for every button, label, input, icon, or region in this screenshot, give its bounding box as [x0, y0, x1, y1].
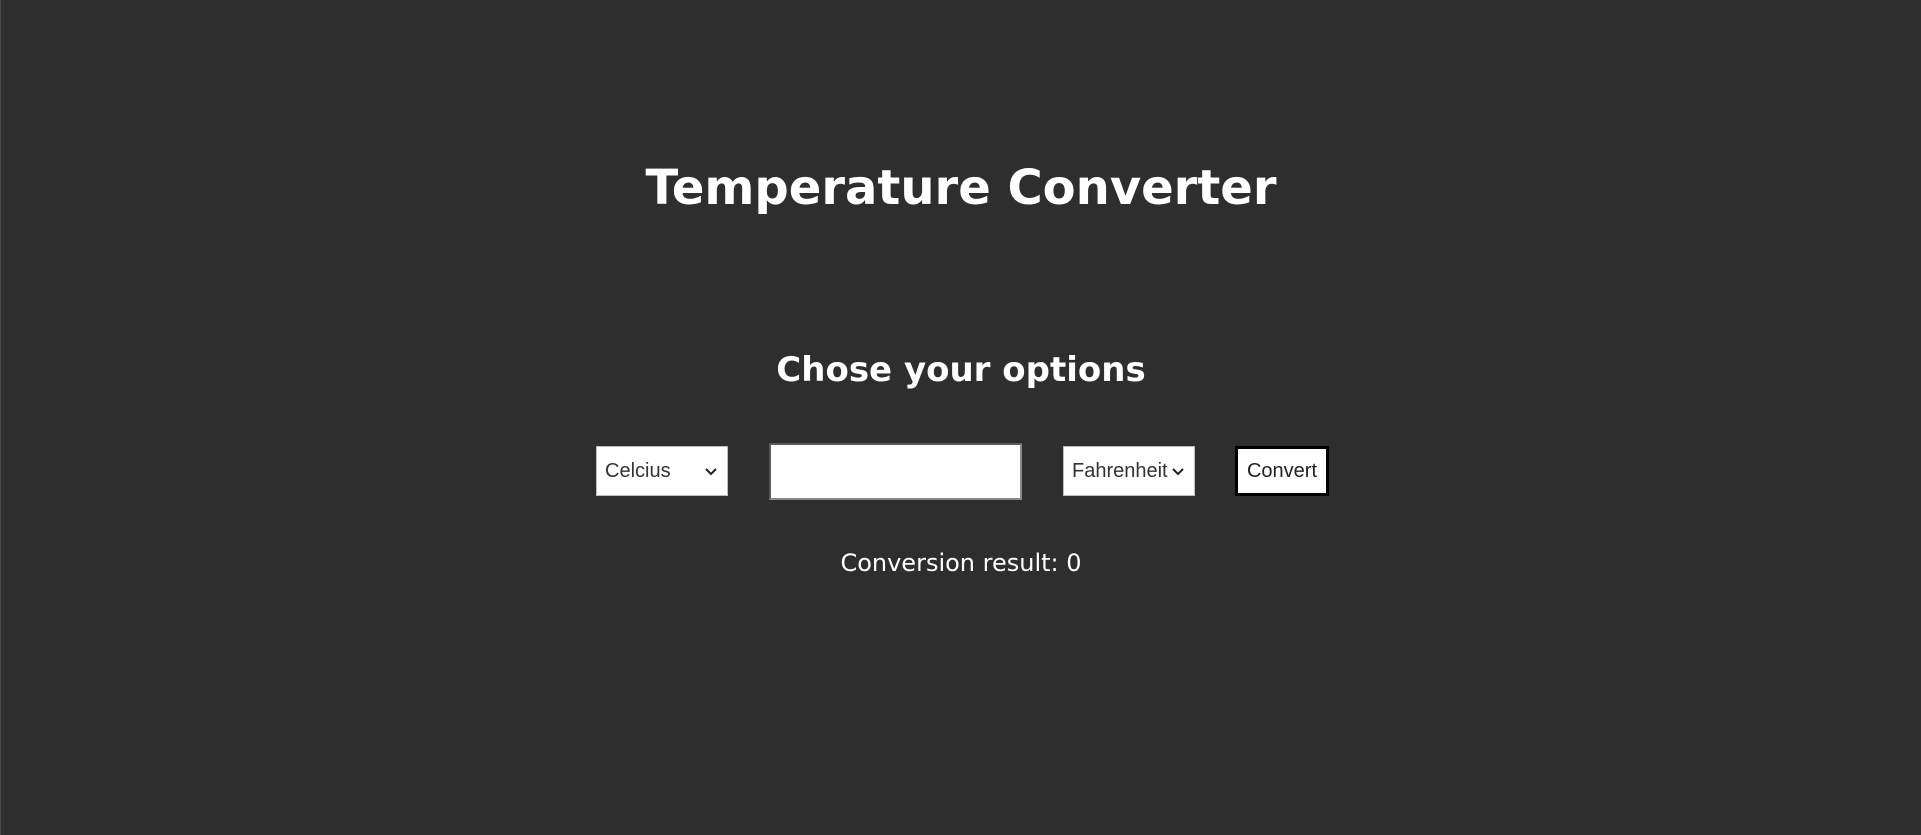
from-unit-select[interactable]: Celcius	[596, 446, 728, 496]
chevron-down-icon	[1172, 468, 1184, 476]
from-unit-selected-value: Celcius	[605, 459, 671, 482]
to-unit-selected-value: Fahrenheit	[1072, 459, 1168, 482]
convert-button[interactable]: Convert	[1235, 446, 1329, 496]
result-label: Conversion result:	[840, 549, 1059, 577]
converter-controls: Celcius Fahrenheit Convert	[1, 443, 1921, 501]
temperature-value-input[interactable]	[769, 443, 1022, 500]
options-heading: Chose your options	[776, 350, 1146, 390]
chevron-down-icon	[705, 468, 717, 476]
conversion-result: Conversion result: 0	[1, 548, 1921, 578]
to-unit-select[interactable]: Fahrenheit	[1063, 446, 1195, 496]
page-title: Temperature Converter	[645, 160, 1277, 216]
result-value: 0	[1066, 549, 1082, 577]
